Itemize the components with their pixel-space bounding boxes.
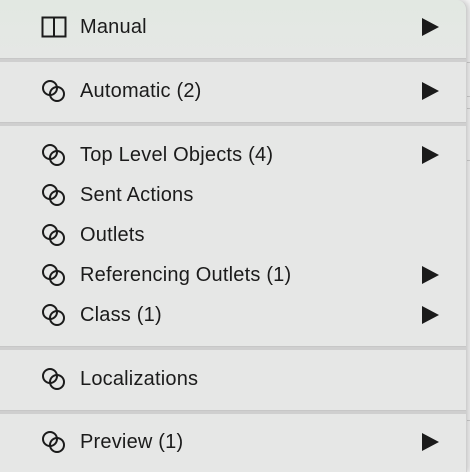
linked-circles-icon bbox=[40, 301, 68, 329]
menu-item-label: Automatic (2) bbox=[80, 79, 202, 102]
linked-circles-icon bbox=[40, 77, 68, 105]
menu-item-manual[interactable]: Manual bbox=[0, 7, 466, 47]
submenu-arrow-icon bbox=[422, 306, 439, 324]
menu-item-label: Localizations bbox=[80, 367, 199, 390]
submenu-arrow-icon bbox=[422, 266, 439, 284]
menu-separator bbox=[0, 410, 466, 414]
menu-item-outlets[interactable]: Outlets bbox=[0, 215, 466, 255]
menu-item-label: Referencing Outlets (1) bbox=[80, 263, 292, 286]
submenu-arrow-icon bbox=[422, 82, 439, 100]
submenu-arrow-icon bbox=[422, 146, 439, 164]
menu-item-localizations[interactable]: Localizations bbox=[0, 359, 466, 399]
split-view-icon bbox=[40, 13, 68, 41]
menu-item-label: Sent Actions bbox=[80, 183, 194, 206]
linked-circles-icon bbox=[40, 221, 68, 249]
submenu-arrow-icon bbox=[422, 433, 439, 451]
linked-circles-icon bbox=[40, 428, 68, 456]
menu-item-label: Manual bbox=[80, 15, 147, 38]
menu-item-label: Class (1) bbox=[80, 303, 162, 326]
menu-item-preview[interactable]: Preview (1) bbox=[0, 422, 466, 462]
menu-separator bbox=[0, 58, 466, 62]
menu-separator bbox=[0, 122, 466, 126]
menu-separator bbox=[0, 346, 466, 350]
menu-item-automatic[interactable]: Automatic (2) bbox=[0, 71, 466, 111]
linked-circles-icon bbox=[40, 141, 68, 169]
linked-circles-icon bbox=[40, 261, 68, 289]
linked-circles-icon bbox=[40, 181, 68, 209]
menu-item-class[interactable]: Class (1) bbox=[0, 295, 466, 335]
menu-item-label: Outlets bbox=[80, 223, 145, 246]
menu-item-referencing-outlets[interactable]: Referencing Outlets (1) bbox=[0, 255, 466, 295]
menu-item-top-level-objects[interactable]: Top Level Objects (4) bbox=[0, 135, 466, 175]
context-menu: Manual Automatic (2) Top Level Objects (… bbox=[0, 0, 467, 472]
menu-item-label: Top Level Objects (4) bbox=[80, 143, 274, 166]
submenu-arrow-icon bbox=[422, 18, 439, 36]
menu-item-label: Preview (1) bbox=[80, 430, 184, 453]
linked-circles-icon bbox=[40, 365, 68, 393]
menu-item-sent-actions[interactable]: Sent Actions bbox=[0, 175, 466, 215]
